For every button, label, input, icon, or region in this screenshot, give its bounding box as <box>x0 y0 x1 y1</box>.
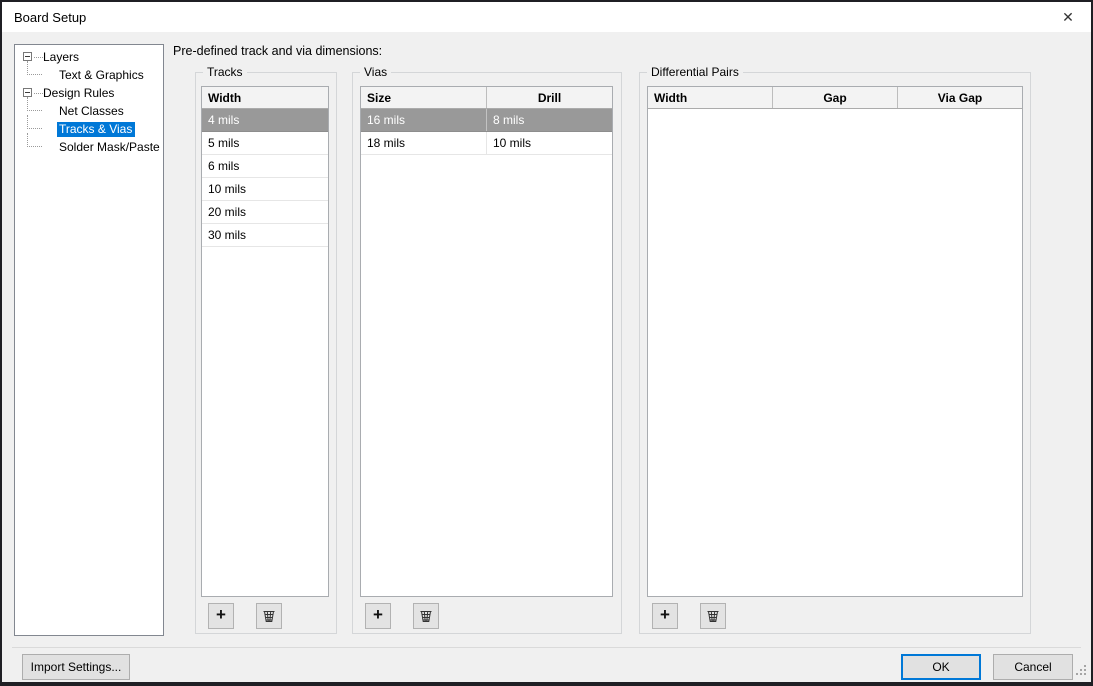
tree-connector <box>27 61 42 75</box>
table-row[interactable]: 5 mils <box>202 132 328 155</box>
table-row[interactable]: 10 mils <box>202 178 328 201</box>
table-row[interactable]: 4 mils <box>202 109 328 132</box>
footer-divider <box>12 647 1081 648</box>
plus-icon: + <box>373 605 383 625</box>
table-header-row: SizeDrill <box>361 87 612 109</box>
collapse-icon[interactable] <box>23 88 32 97</box>
table-cell[interactable]: 6 mils <box>202 155 328 177</box>
sidebar-item-text-graphics[interactable]: Text & Graphics <box>15 66 163 84</box>
column-header[interactable]: Size <box>361 87 486 108</box>
collapse-icon[interactable] <box>23 52 32 61</box>
table-row[interactable]: 16 mils8 mils <box>361 109 612 132</box>
column-header[interactable]: Via Gap <box>897 87 1022 108</box>
table-cell[interactable]: 18 mils <box>361 132 486 154</box>
table-row[interactable]: 6 mils <box>202 155 328 178</box>
tree-connector <box>27 115 42 129</box>
resize-grip[interactable] <box>1075 665 1086 676</box>
window-title: Board Setup <box>14 10 86 25</box>
delete-differential-pair-button[interactable] <box>700 603 726 629</box>
cancel-button[interactable]: Cancel <box>993 654 1073 680</box>
table-cell[interactable]: 10 mils <box>486 132 612 154</box>
trash-icon <box>418 608 434 624</box>
add-via-button[interactable]: + <box>365 603 391 629</box>
trash-icon <box>705 608 721 624</box>
table-cell[interactable]: 5 mils <box>202 132 328 154</box>
table-row[interactable]: 20 mils <box>202 201 328 224</box>
column-header[interactable]: Width <box>648 87 772 108</box>
add-track-button[interactable]: + <box>208 603 234 629</box>
table-cell[interactable]: 8 mils <box>486 109 612 131</box>
table-row[interactable]: 30 mils <box>202 224 328 247</box>
sidebar-item-label: Net Classes <box>57 104 127 119</box>
sidebar-item-label: Layers <box>41 50 82 65</box>
import-settings-button[interactable]: Import Settings... <box>22 654 130 680</box>
page-title: Pre-defined track and via dimensions: <box>173 44 382 58</box>
tracks-group: Tracks Width4 mils5 mils6 mils10 mils20 … <box>195 72 337 634</box>
table-cell[interactable]: 10 mils <box>202 178 328 200</box>
column-header[interactable]: Drill <box>486 87 612 108</box>
tree-connector <box>27 133 42 147</box>
sidebar-item-solder-mask-paste[interactable]: Solder Mask/Paste <box>15 138 163 156</box>
sidebar-item-label: Text & Graphics <box>57 68 147 83</box>
tracks-group-label: Tracks <box>203 65 247 79</box>
tree-connector <box>27 97 42 111</box>
tracks-table[interactable]: Width4 mils5 mils6 mils10 mils20 mils30 … <box>201 86 329 597</box>
column-header[interactable]: Gap <box>772 87 897 108</box>
plus-icon: + <box>216 605 226 625</box>
plus-icon: + <box>660 605 670 625</box>
table-cell[interactable]: 20 mils <box>202 201 328 223</box>
add-differential-pair-button[interactable]: + <box>652 603 678 629</box>
vias-table[interactable]: SizeDrill16 mils8 mils18 mils10 mils <box>360 86 613 597</box>
differential-pairs-group: Differential Pairs WidthGapVia Gap + <box>639 72 1031 634</box>
board-setup-dialog: Board Setup ✕ Layers Text & Graphics Desig… <box>0 0 1093 686</box>
table-cell[interactable]: 30 mils <box>202 224 328 246</box>
vias-group-label: Vias <box>360 65 391 79</box>
ok-button[interactable]: OK <box>901 654 981 680</box>
trash-icon <box>261 608 277 624</box>
settings-tree: Layers Text & Graphics Design Rules Net Cla… <box>14 44 164 636</box>
vias-group: Vias SizeDrill16 mils8 mils18 mils10 mil… <box>352 72 622 634</box>
table-row[interactable]: 18 mils10 mils <box>361 132 612 155</box>
table-cell[interactable]: 4 mils <box>202 109 328 131</box>
close-icon[interactable]: ✕ <box>1045 2 1091 32</box>
table-header-row: Width <box>202 87 328 109</box>
sidebar-item-label: Design Rules <box>41 86 117 101</box>
sidebar-item-label: Solder Mask/Paste <box>57 140 163 155</box>
delete-track-button[interactable] <box>256 603 282 629</box>
column-header[interactable]: Width <box>202 87 328 108</box>
title-bar: Board Setup ✕ <box>2 2 1091 32</box>
table-header-row: WidthGapVia Gap <box>648 87 1022 109</box>
differential-pairs-table[interactable]: WidthGapVia Gap <box>647 86 1023 597</box>
delete-via-button[interactable] <box>413 603 439 629</box>
table-cell[interactable]: 16 mils <box>361 109 486 131</box>
sidebar-item-label: Tracks & Vias <box>57 122 135 137</box>
differential-pairs-group-label: Differential Pairs <box>647 65 743 79</box>
